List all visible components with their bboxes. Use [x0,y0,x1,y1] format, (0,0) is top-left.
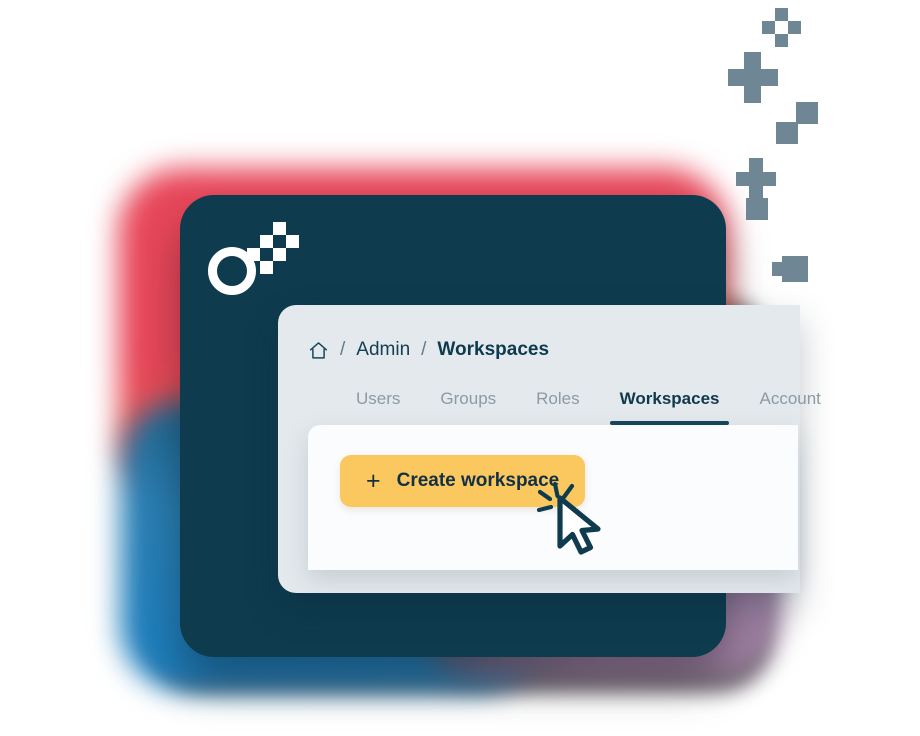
tab-roles[interactable]: Roles [516,385,599,425]
decor-pixel-cluster-plus-solid [728,52,778,103]
decor-pixel-cluster-offset-pair [772,256,816,286]
tab-account[interactable]: Account [739,385,840,425]
logo-pixel-icon [260,235,273,248]
breadcrumb-item-admin[interactable]: Admin [356,339,410,361]
breadcrumb: / Admin / Workspaces [308,339,549,361]
create-workspace-button[interactable]: + Create workspace [340,455,586,507]
brand-logo [208,217,300,295]
plus-icon: + [366,466,381,495]
logo-pixel-icon [286,235,299,248]
tab-users[interactable]: Users [336,385,420,425]
logo-pixel-icon [273,222,286,235]
logo-pixel-icon [247,248,260,261]
decor-pixel-cluster-plus-outline [762,8,802,48]
decor-pixel-square [746,198,772,224]
logo-pixel-icon [273,248,286,261]
logo-pixel-icon [260,261,273,274]
illustration-stage: / Admin / Workspaces Users Groups Roles … [0,0,920,736]
tab-workspaces[interactable]: Workspaces [600,385,740,425]
breadcrumb-separator: / [421,339,427,360]
create-workspace-label: Create workspace [396,470,560,491]
admin-tabs: Users Groups Roles Workspaces Account [336,385,841,425]
tab-groups[interactable]: Groups [420,385,516,425]
breadcrumb-item-workspaces: Workspaces [437,339,550,360]
home-icon[interactable] [308,340,329,361]
decor-pixel-cluster-plus-small [736,158,778,200]
breadcrumb-separator: / [340,339,346,360]
decor-pixel-cluster-diagonal-pair [776,102,822,148]
